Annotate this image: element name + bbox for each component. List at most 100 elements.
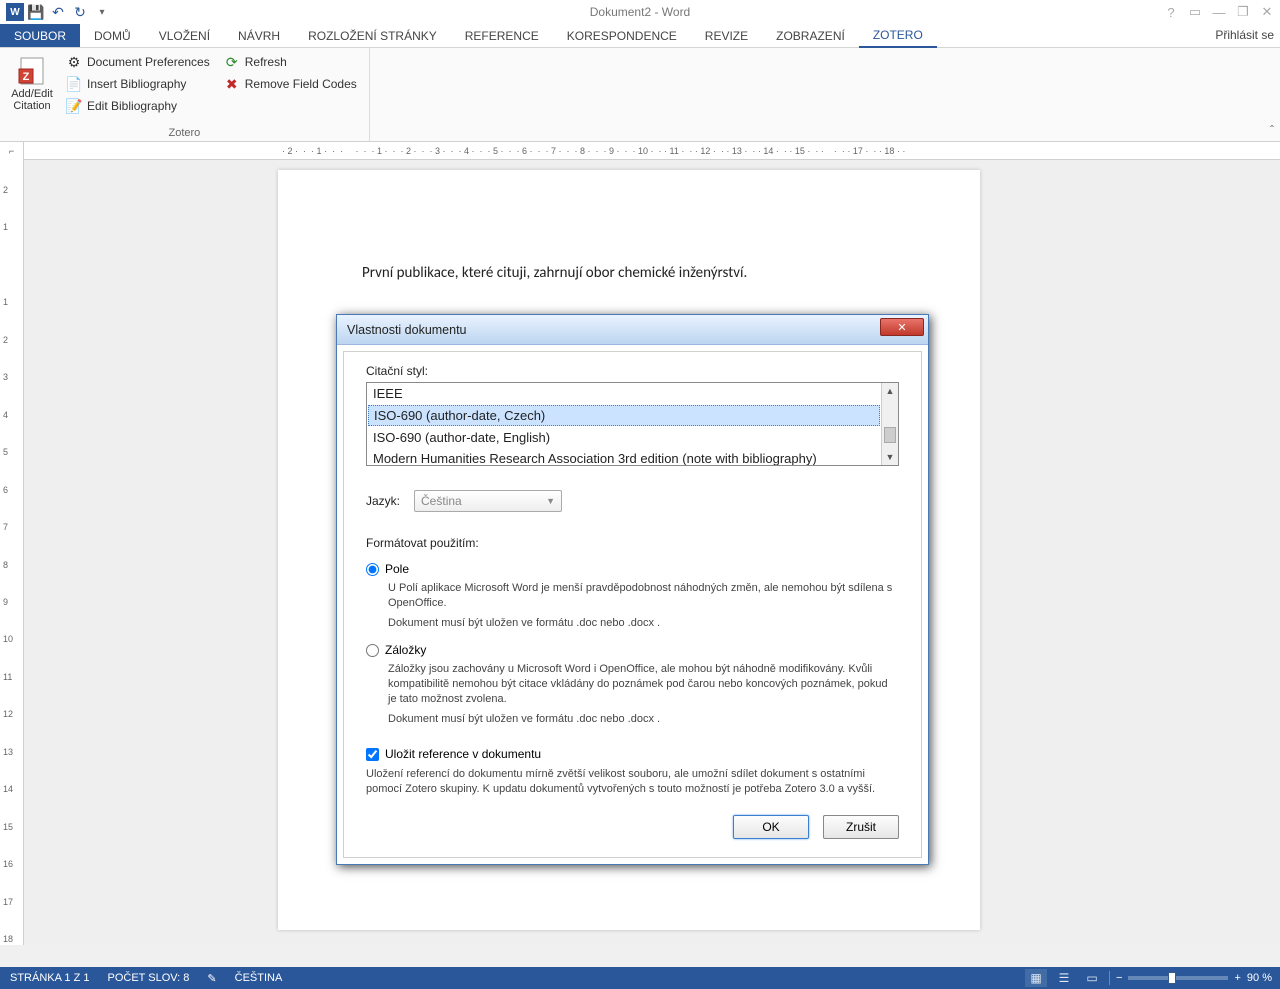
undo-icon[interactable]: ↶ bbox=[48, 2, 68, 22]
citation-icon: Z bbox=[16, 54, 48, 86]
refresh-label: Refresh bbox=[245, 55, 287, 69]
window-controls: ? ▭ — ❐ ✕ bbox=[1162, 4, 1276, 20]
redo-icon[interactable]: ↻ bbox=[70, 2, 90, 22]
insert-bibliography-button[interactable]: 📄 Insert Bibliography bbox=[62, 74, 214, 94]
dialog-close-button[interactable]: ✕ bbox=[880, 318, 924, 336]
dialog-title-text: Vlastnosti dokumentu bbox=[347, 323, 467, 337]
style-option-iso690-english[interactable]: ISO-690 (author-date, English) bbox=[367, 427, 881, 448]
dialog-title-bar[interactable]: Vlastnosti dokumentu ✕ bbox=[337, 315, 928, 345]
fields-desc-1: U Polí aplikace Microsoft Word je menší … bbox=[388, 581, 899, 611]
radio-fields-row[interactable]: Pole bbox=[366, 562, 899, 576]
refresh-button[interactable]: ⟳ Refresh bbox=[220, 52, 361, 72]
body-text[interactable]: První publikace, které cituji, zahrnují … bbox=[362, 264, 896, 282]
close-icon[interactable]: ✕ bbox=[1258, 4, 1276, 20]
tab-references[interactable]: REFERENCE bbox=[451, 24, 553, 47]
tab-review[interactable]: REVIZE bbox=[691, 24, 762, 47]
ribbon-tabs: SOUBOR DOMŮ VLOŽENÍ NÁVRH ROZLOŽENÍ STRÁ… bbox=[0, 24, 1280, 48]
scroll-up-icon[interactable]: ▲ bbox=[882, 383, 898, 399]
ribbon-display-icon[interactable]: ▭ bbox=[1186, 4, 1204, 20]
word-icon: W bbox=[6, 3, 24, 21]
edit-bib-label: Edit Bibliography bbox=[87, 99, 177, 113]
add-edit-citation-button[interactable]: Z Add/Edit Citation bbox=[8, 52, 56, 123]
document-properties-dialog: Vlastnosti dokumentu ✕ Citační styl: IEE… bbox=[336, 314, 929, 865]
radio-bookmarks-label: Záložky bbox=[385, 643, 426, 657]
document-area[interactable]: První publikace, které cituji, zahrnují … bbox=[24, 160, 1280, 945]
store-refs-desc: Uložení referencí do dokumentu mírně zvě… bbox=[366, 767, 899, 797]
zoom-in-icon[interactable]: + bbox=[1234, 972, 1240, 984]
ribbon-group-zotero: Z Add/Edit Citation ⚙ Document Preferenc… bbox=[0, 48, 370, 141]
ruler-corner: ⌐ bbox=[0, 142, 24, 160]
tab-file[interactable]: SOUBOR bbox=[0, 24, 80, 47]
cancel-button[interactable]: Zrušit bbox=[823, 815, 899, 839]
page: První publikace, které cituji, zahrnují … bbox=[278, 170, 980, 930]
format-using-label: Formátovat použitím: bbox=[366, 536, 899, 550]
dialog-body: Citační styl: IEEE ISO-690 (author-date,… bbox=[343, 351, 922, 858]
language-value: Čeština bbox=[421, 494, 462, 508]
store-refs-row[interactable]: Uložit reference v dokumentu bbox=[366, 747, 899, 761]
radio-bookmarks[interactable] bbox=[366, 644, 379, 657]
add-edit-citation-label: Add/Edit Citation bbox=[10, 88, 54, 112]
tab-zotero[interactable]: ZOTERO bbox=[859, 24, 937, 48]
status-words[interactable]: POČET SLOV: 8 bbox=[107, 972, 189, 984]
minimize-icon[interactable]: — bbox=[1210, 5, 1228, 20]
vertical-ruler[interactable]: 2 1 1 2 3 4 5 6 7 8 9 10 11 12 13 14 15 … bbox=[0, 160, 24, 945]
style-option-ieee[interactable]: IEEE bbox=[367, 383, 881, 404]
zoom-slider[interactable] bbox=[1128, 976, 1228, 980]
gear-icon: ⚙ bbox=[66, 54, 82, 70]
status-bar: STRÁNKA 1 Z 1 POČET SLOV: 8 ✎ ČEŠTINA ▦ … bbox=[0, 967, 1280, 989]
citation-style-label: Citační styl: bbox=[366, 364, 899, 378]
chevron-down-icon: ▼ bbox=[546, 496, 555, 506]
tab-design[interactable]: NÁVRH bbox=[224, 24, 294, 47]
quick-access-toolbar: W 💾 ↶ ↻ ▾ bbox=[0, 2, 112, 22]
window-title: Dokument2 - Word bbox=[0, 5, 1280, 19]
scroll-thumb[interactable] bbox=[884, 427, 896, 443]
title-bar: W 💾 ↶ ↻ ▾ Dokument2 - Word ? ▭ — ❐ ✕ bbox=[0, 0, 1280, 24]
store-refs-checkbox[interactable] bbox=[366, 748, 379, 761]
restore-icon[interactable]: ❐ bbox=[1234, 4, 1252, 20]
zoom-value[interactable]: 90 % bbox=[1247, 972, 1272, 984]
edit-bibliography-button[interactable]: 📝 Edit Bibliography bbox=[62, 96, 214, 116]
language-combo[interactable]: Čeština ▼ bbox=[414, 490, 562, 512]
ribbon: Z Add/Edit Citation ⚙ Document Preferenc… bbox=[0, 48, 1280, 142]
radio-bookmarks-row[interactable]: Záložky bbox=[366, 643, 899, 657]
citation-style-listbox[interactable]: IEEE ISO-690 (author-date, Czech) ISO-69… bbox=[366, 382, 899, 466]
scroll-down-icon[interactable]: ▼ bbox=[882, 449, 898, 465]
status-language[interactable]: ČEŠTINA bbox=[235, 972, 283, 984]
style-option-iso690-czech[interactable]: ISO-690 (author-date, Czech) bbox=[368, 405, 880, 426]
horizontal-ruler[interactable]: · 2 · · · 1 · · · · · · 1 · · · 2 · · · … bbox=[24, 142, 1280, 160]
bookmarks-desc-2: Dokument musí být uložen ve formátu .doc… bbox=[388, 712, 899, 727]
style-option-mhra[interactable]: Modern Humanities Research Association 3… bbox=[367, 448, 881, 465]
insert-bib-label: Insert Bibliography bbox=[87, 77, 186, 91]
help-icon[interactable]: ? bbox=[1162, 5, 1180, 20]
listbox-scrollbar[interactable]: ▲ ▼ bbox=[881, 383, 898, 465]
sign-in-link[interactable]: Přihlásit se bbox=[1215, 28, 1274, 42]
ribbon-group-label: Zotero bbox=[0, 127, 369, 141]
tab-view[interactable]: ZOBRAZENÍ bbox=[762, 24, 859, 47]
tab-home[interactable]: DOMŮ bbox=[80, 24, 145, 47]
proofing-icon[interactable]: ✎ bbox=[207, 972, 216, 985]
radio-fields-label: Pole bbox=[385, 562, 409, 576]
status-page[interactable]: STRÁNKA 1 Z 1 bbox=[10, 972, 89, 984]
view-read-mode-icon[interactable]: ☰ bbox=[1053, 969, 1075, 987]
store-refs-label: Uložit reference v dokumentu bbox=[385, 747, 541, 761]
remove-field-codes-button[interactable]: ✖ Remove Field Codes bbox=[220, 74, 361, 94]
remove-codes-icon: ✖ bbox=[224, 76, 240, 92]
ribbon-collapse-icon[interactable]: ˆ bbox=[1270, 123, 1274, 137]
ok-button[interactable]: OK bbox=[733, 815, 809, 839]
remove-codes-label: Remove Field Codes bbox=[245, 77, 357, 91]
view-print-layout-icon[interactable]: ▦ bbox=[1025, 969, 1047, 987]
view-web-layout-icon[interactable]: ▭ bbox=[1081, 969, 1103, 987]
svg-text:Z: Z bbox=[23, 71, 30, 83]
radio-fields[interactable] bbox=[366, 563, 379, 576]
language-label: Jazyk: bbox=[366, 494, 400, 508]
document-preferences-button[interactable]: ⚙ Document Preferences bbox=[62, 52, 214, 72]
tab-layout[interactable]: ROZLOŽENÍ STRÁNKY bbox=[294, 24, 451, 47]
qat-customize-icon[interactable]: ▾ bbox=[92, 2, 112, 22]
zoom-thumb[interactable] bbox=[1168, 972, 1176, 984]
save-icon[interactable]: 💾 bbox=[26, 2, 46, 22]
workspace: 2 1 1 2 3 4 5 6 7 8 9 10 11 12 13 14 15 … bbox=[0, 160, 1280, 945]
tab-mailings[interactable]: KORESPONDENCE bbox=[553, 24, 691, 47]
tab-insert[interactable]: VLOŽENÍ bbox=[145, 24, 224, 47]
bookmarks-desc-1: Záložky jsou zachovány u Microsoft Word … bbox=[388, 662, 899, 707]
zoom-out-icon[interactable]: − bbox=[1116, 972, 1122, 984]
